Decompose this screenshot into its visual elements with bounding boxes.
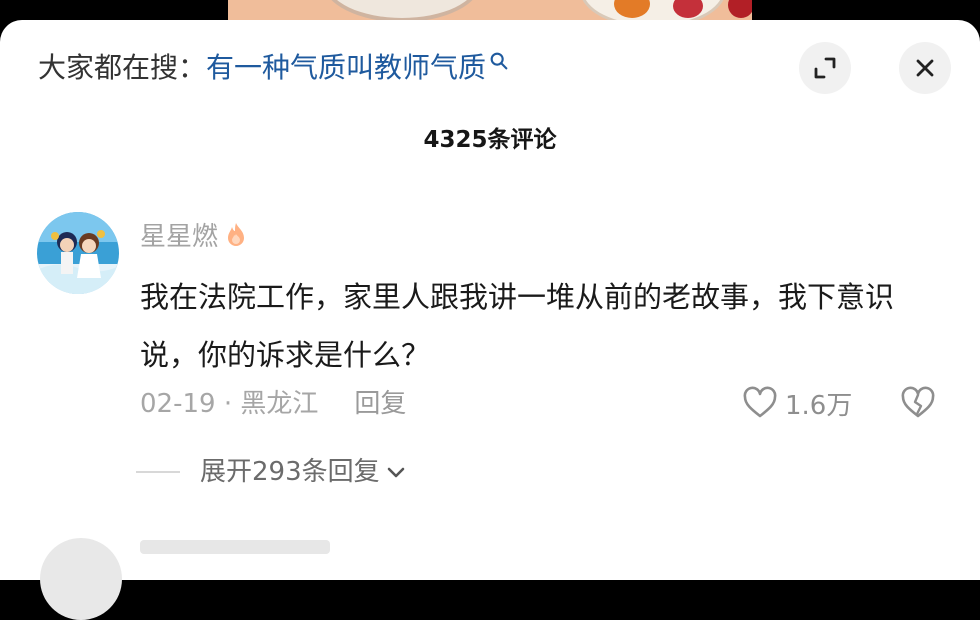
avatar-image [37, 212, 119, 294]
close-icon [916, 59, 934, 77]
like-button[interactable]: 1.6万 [741, 384, 852, 422]
chevron-down-icon [387, 467, 404, 478]
search-prefix: 大家都在搜： [38, 51, 207, 84]
heart-icon [743, 386, 777, 418]
plate-left [323, 0, 481, 22]
broken-heart-icon[interactable] [899, 384, 937, 422]
search-icon[interactable] [488, 50, 510, 72]
next-comment-username [140, 540, 330, 554]
comment-meta: 02-19 · 黑龙江 回复 [140, 386, 406, 422]
expand-button[interactable] [799, 42, 851, 94]
expand-icon [814, 57, 836, 79]
expand-replies-button[interactable]: 展开293条回复 [136, 454, 408, 490]
like-count: 1.6万 [785, 390, 853, 421]
fire-icon [228, 222, 245, 246]
comment-count: 4325条评论 [423, 127, 557, 153]
expand-replies-label: 展开293条回复 [200, 457, 380, 487]
search-suggestion[interactable]: 大家都在搜： 有一种气质叫教师气质 [38, 48, 510, 88]
search-term-link[interactable]: 有一种气质叫教师气质 [206, 48, 486, 88]
comment-text: 我在法院工作，家里人跟我讲一堆从前的老故事，我下意识说，你的诉求是什么？ [140, 280, 895, 372]
avatar[interactable] [37, 212, 119, 294]
reply-button[interactable]: 回复 [354, 386, 406, 422]
comment-author[interactable]: 星星燃 [140, 216, 251, 253]
fruit-cherry [728, 0, 752, 18]
divider-line [136, 471, 180, 473]
next-comment-avatar[interactable] [40, 538, 122, 620]
username[interactable]: 星星燃 [140, 216, 218, 253]
comment-date-location: 02-19 · 黑龙江 [140, 389, 319, 419]
close-button[interactable] [899, 42, 951, 94]
